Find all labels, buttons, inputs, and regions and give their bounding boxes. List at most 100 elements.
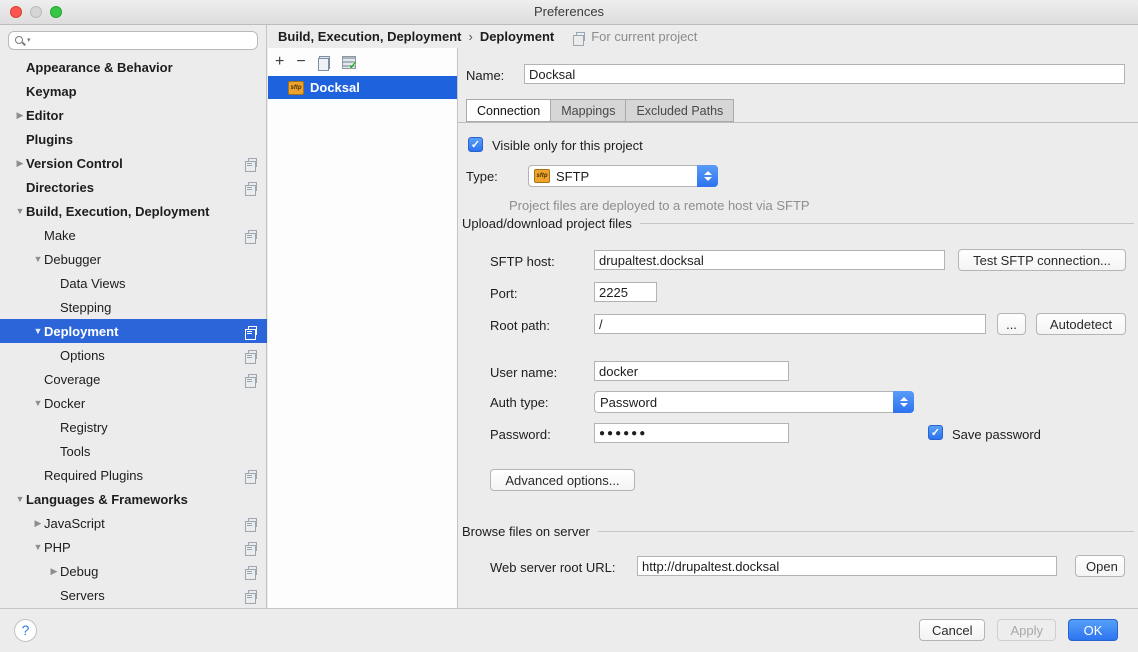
tree-chevron-icon[interactable]: ▼ <box>32 398 44 408</box>
type-hint: Project files are deployed to a remote h… <box>509 198 810 213</box>
sidebar-item-languages-frameworks[interactable]: ▼Languages & Frameworks <box>0 487 267 511</box>
tree-chevron-icon[interactable]: ▶ <box>14 158 26 169</box>
server-list-toolbar: + − <box>268 48 457 76</box>
tree-chevron-icon[interactable]: ▼ <box>32 254 44 264</box>
sidebar-item-keymap[interactable]: Keymap <box>0 79 267 103</box>
sidebar-item-plugins[interactable]: Plugins <box>0 127 267 151</box>
sidebar-item-editor[interactable]: ▶Editor <box>0 103 267 127</box>
sidebar-item-data-views[interactable]: Data Views <box>0 271 267 295</box>
browse-root-path-button[interactable]: ... <box>997 313 1026 335</box>
auth-type-dropdown[interactable]: Password <box>594 391 914 413</box>
window-title: Preferences <box>0 4 1138 19</box>
for-current-project-icon <box>248 566 257 575</box>
tree-chevron-icon[interactable]: ▼ <box>32 326 44 336</box>
name-input[interactable] <box>524 64 1125 84</box>
tree-chevron-icon[interactable]: ▼ <box>32 542 44 552</box>
for-current-project-icon <box>576 32 585 41</box>
root-path-label: Root path: <box>490 318 550 333</box>
sftp-type-icon: sftp <box>534 169 550 183</box>
sidebar-item-appearance-behavior[interactable]: Appearance & Behavior <box>0 55 267 79</box>
sidebar-item-docker[interactable]: ▼Docker <box>0 391 267 415</box>
sidebar-item-make[interactable]: Make <box>0 223 267 247</box>
sidebar-item-tools[interactable]: Tools <box>0 439 267 463</box>
use-as-default-server-button[interactable] <box>342 56 356 69</box>
type-dropdown[interactable]: sftp SFTP <box>528 165 718 187</box>
root-path-input[interactable] <box>594 314 986 334</box>
sidebar-item-php[interactable]: ▼PHP <box>0 535 267 559</box>
port-input[interactable] <box>594 282 657 302</box>
server-list-item-docksal[interactable]: sftp Docksal <box>268 76 457 99</box>
sidebar-item-debugger[interactable]: ▼Debugger <box>0 247 267 271</box>
remove-server-button[interactable]: − <box>296 54 305 70</box>
tree-chevron-icon[interactable]: ▶ <box>48 566 60 577</box>
web-server-root-url-input[interactable] <box>637 556 1057 576</box>
password-label: Password: <box>490 427 551 442</box>
sftp-host-label: SFTP host: <box>490 254 555 269</box>
browse-section-header: Browse files on server <box>462 524 1134 539</box>
sidebar-item-options[interactable]: Options <box>0 343 267 367</box>
section-divider <box>640 223 1134 224</box>
for-current-project-label: For current project <box>591 29 697 44</box>
port-label: Port: <box>490 286 517 301</box>
tab-excluded-paths[interactable]: Excluded Paths <box>626 99 734 122</box>
sidebar-item-javascript[interactable]: ▶JavaScript <box>0 511 267 535</box>
sidebar-item-registry[interactable]: Registry <box>0 415 267 439</box>
user-name-label: User name: <box>490 365 557 380</box>
sidebar-item-required-plugins[interactable]: Required Plugins <box>0 463 267 487</box>
footer-buttons: Cancel Apply OK <box>919 619 1118 641</box>
for-current-project-icon <box>248 542 257 551</box>
ok-button[interactable]: OK <box>1068 619 1118 641</box>
for-current-project-icon <box>248 518 257 527</box>
password-input[interactable] <box>594 423 789 443</box>
breadcrumb: Build, Execution, Deployment › Deploymen… <box>268 25 1138 48</box>
for-current-project-icon <box>248 326 257 335</box>
name-label: Name: <box>466 68 504 83</box>
tree-chevron-icon[interactable]: ▶ <box>32 518 44 529</box>
apply-button[interactable]: Apply <box>997 619 1056 641</box>
test-sftp-connection-button[interactable]: Test SFTP connection... <box>958 249 1126 271</box>
open-url-button[interactable]: Open <box>1075 555 1125 577</box>
sidebar-item-coverage[interactable]: Coverage <box>0 367 267 391</box>
add-server-button[interactable]: + <box>275 54 284 70</box>
upload-section-header: Upload/download project files <box>462 216 1134 231</box>
breadcrumb-deployment[interactable]: Deployment <box>480 29 554 44</box>
sidebar-item-version-control[interactable]: ▶Version Control <box>0 151 267 175</box>
tab-mappings[interactable]: Mappings <box>551 99 626 122</box>
sidebar-item-servers[interactable]: Servers <box>0 583 267 607</box>
footer-bar: ? Cancel Apply OK <box>0 608 1138 652</box>
type-label: Type: <box>466 169 498 184</box>
tree-chevron-icon[interactable]: ▶ <box>14 110 26 121</box>
for-current-project-icon <box>248 230 257 239</box>
sidebar-item-build-execution-deployment[interactable]: ▼Build, Execution, Deployment <box>0 199 267 223</box>
sftp-host-input[interactable] <box>594 250 945 270</box>
search-history-chevron-icon[interactable]: ▾ <box>27 37 31 44</box>
sidebar-item-deployment[interactable]: ▼Deployment <box>0 319 267 343</box>
help-button[interactable]: ? <box>14 619 37 642</box>
for-current-project-indicator: For current project <box>571 29 697 44</box>
sidebar-item-stepping[interactable]: Stepping <box>0 295 267 319</box>
cancel-button[interactable]: Cancel <box>919 619 985 641</box>
tree-chevron-icon[interactable]: ▼ <box>14 494 26 504</box>
tab-connection[interactable]: Connection <box>466 99 551 122</box>
breadcrumb-separator: › <box>468 29 472 44</box>
advanced-options-button[interactable]: Advanced options... <box>490 469 635 491</box>
web-server-root-url-label: Web server root URL: <box>490 560 615 575</box>
settings-search-input[interactable]: ▾ <box>8 31 258 50</box>
preferences-window: Preferences ▾ Appearance & Behavior Keym… <box>0 0 1138 652</box>
sidebar-item-directories[interactable]: Directories <box>0 175 267 199</box>
tree-chevron-icon[interactable]: ▼ <box>14 206 26 216</box>
section-divider <box>598 531 1134 532</box>
for-current-project-icon <box>248 182 257 191</box>
visible-only-label: Visible only for this project <box>492 138 643 153</box>
settings-tree: Appearance & Behavior Keymap ▶Editor Plu… <box>0 55 267 607</box>
sidebar-item-debug[interactable]: ▶Debug <box>0 559 267 583</box>
search-icon <box>14 35 25 46</box>
copy-server-button[interactable] <box>318 56 330 69</box>
auth-type-label: Auth type: <box>490 395 549 410</box>
breadcrumb-build-execution-deployment[interactable]: Build, Execution, Deployment <box>278 29 461 44</box>
save-password-checkbox[interactable]: ✓ <box>928 425 943 440</box>
for-current-project-icon <box>248 470 257 479</box>
autodetect-button[interactable]: Autodetect <box>1036 313 1126 335</box>
user-name-input[interactable] <box>594 361 789 381</box>
visible-only-checkbox[interactable]: ✓ <box>468 137 483 152</box>
